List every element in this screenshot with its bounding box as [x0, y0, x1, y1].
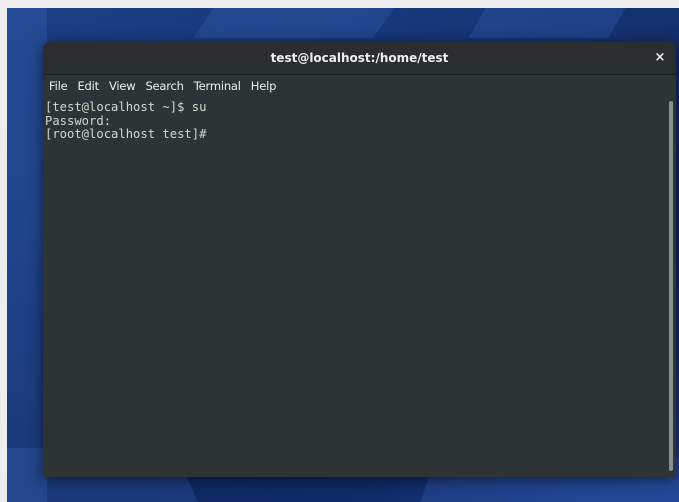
menu-search[interactable]: Search: [145, 79, 184, 93]
terminal-line: [test@localhost ~]$ su: [45, 100, 207, 114]
menu-help[interactable]: Help: [251, 79, 277, 93]
wallpaper-shape: [468, 8, 626, 38]
menu-bar: File Edit View Search Terminal Help: [43, 75, 676, 97]
close-icon: ×: [654, 50, 666, 65]
window-title: test@localhost:/home/test: [270, 51, 449, 65]
menu-edit[interactable]: Edit: [77, 79, 99, 93]
terminal-line: Password:: [45, 113, 112, 128]
wallpaper-shape: [192, 8, 402, 38]
desktop-background: test@localhost:/home/test × File Edit Vi…: [7, 8, 679, 502]
menu-view[interactable]: View: [109, 79, 136, 93]
window-titlebar[interactable]: test@localhost:/home/test ×: [43, 42, 676, 75]
terminal-window[interactable]: test@localhost:/home/test × File Edit Vi…: [43, 42, 676, 477]
terminal-content-area[interactable]: [test@localhost ~]$ su Password: [root@l…: [43, 97, 676, 477]
terminal-output: [test@localhost ~]$ su Password: [root@l…: [45, 100, 207, 142]
menu-file[interactable]: File: [49, 79, 68, 93]
terminal-scrollbar[interactable]: [669, 101, 673, 471]
menu-terminal[interactable]: Terminal: [194, 79, 241, 93]
close-button[interactable]: ×: [652, 50, 668, 66]
terminal-line: [root@localhost test]#: [45, 127, 207, 142]
wallpaper-shape: [7, 8, 47, 502]
